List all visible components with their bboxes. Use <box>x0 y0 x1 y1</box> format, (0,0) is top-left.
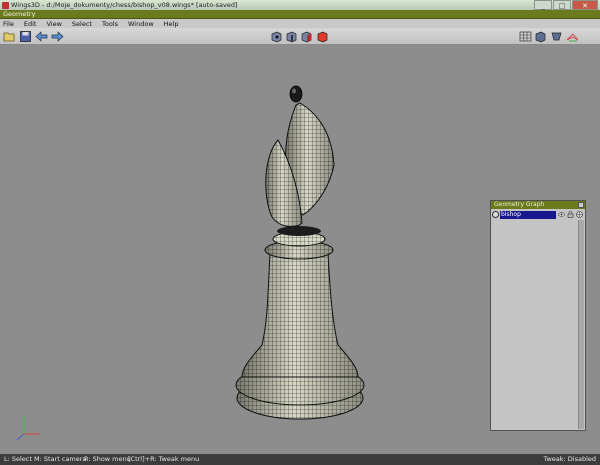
edge-mode-icon[interactable] <box>285 30 298 43</box>
object-name[interactable]: bishop <box>500 210 556 219</box>
geometry-graph-title-text: Geometry Graph <box>494 201 545 208</box>
maximize-button[interactable]: □ <box>553 0 571 10</box>
menu-view[interactable]: View <box>46 20 61 28</box>
undo-arrow-icon[interactable] <box>35 30 48 43</box>
statusbar: L: Select M: Start camera R: Show menu [… <box>0 454 600 465</box>
face-mode-icon[interactable] <box>300 30 313 43</box>
status-hint-tweak-menu: [Ctrl]+R: Tweak menu <box>128 455 200 463</box>
list-item[interactable]: bishop <box>492 210 585 219</box>
menu-window[interactable]: Window <box>128 20 154 28</box>
window-titlebar: Wings3D - d:/Moje_dokumenty/chess/bishop… <box>0 0 600 10</box>
redo-arrow-icon[interactable] <box>51 30 64 43</box>
close-button[interactable]: ✕ <box>572 0 598 10</box>
menu-select[interactable]: Select <box>72 20 92 28</box>
geometry-graph-close-icon[interactable] <box>578 202 584 208</box>
status-tweak-state: Tweak: Disabled <box>543 455 596 463</box>
geometry-graph-scrollbar[interactable] <box>578 220 584 429</box>
minimize-button[interactable]: _ <box>534 0 552 10</box>
status-hint-left-select: L: Select <box>4 455 32 463</box>
eye-visibility-icon[interactable] <box>558 211 565 218</box>
smooth-shading-icon[interactable] <box>534 30 547 43</box>
geometry-window-titlebar: Geometry <box>0 10 600 19</box>
menu-help[interactable]: Help <box>164 20 179 28</box>
lock-icon[interactable] <box>567 211 574 218</box>
wireframe-icon[interactable] <box>576 211 583 218</box>
toolbar <box>0 28 600 45</box>
menu-file[interactable]: File <box>3 20 14 28</box>
vertex-mode-icon[interactable] <box>270 30 283 43</box>
perspective-toggle-icon[interactable] <box>550 30 563 43</box>
geometry-graph-panel: Geometry Graph bishop <box>490 200 586 431</box>
geometry-graph-title: Geometry Graph <box>491 201 585 209</box>
menubar: File Edit View Select Tools Window Help <box>0 19 600 28</box>
status-hint-middle-camera: M: Start camera <box>34 455 87 463</box>
wireframe-toggle-icon[interactable] <box>519 30 532 43</box>
window-title: Wings3D - d:/Moje_dokumenty/chess/bishop… <box>11 1 238 9</box>
axis-gizmo-icon <box>14 412 44 442</box>
menu-tools[interactable]: Tools <box>102 20 118 28</box>
object-icon <box>492 211 499 218</box>
save-disk-icon[interactable] <box>19 30 32 43</box>
window-controls: _ □ ✕ <box>534 0 598 10</box>
grid-toggle-icon[interactable] <box>566 30 579 43</box>
open-folder-icon[interactable] <box>3 30 16 43</box>
geometry-graph-list <box>492 220 578 429</box>
menu-edit[interactable]: Edit <box>24 20 37 28</box>
body-mode-icon[interactable] <box>316 30 329 43</box>
status-hint-right-menu: R: Show menu <box>84 455 131 463</box>
wings3d-app-icon <box>2 1 9 9</box>
